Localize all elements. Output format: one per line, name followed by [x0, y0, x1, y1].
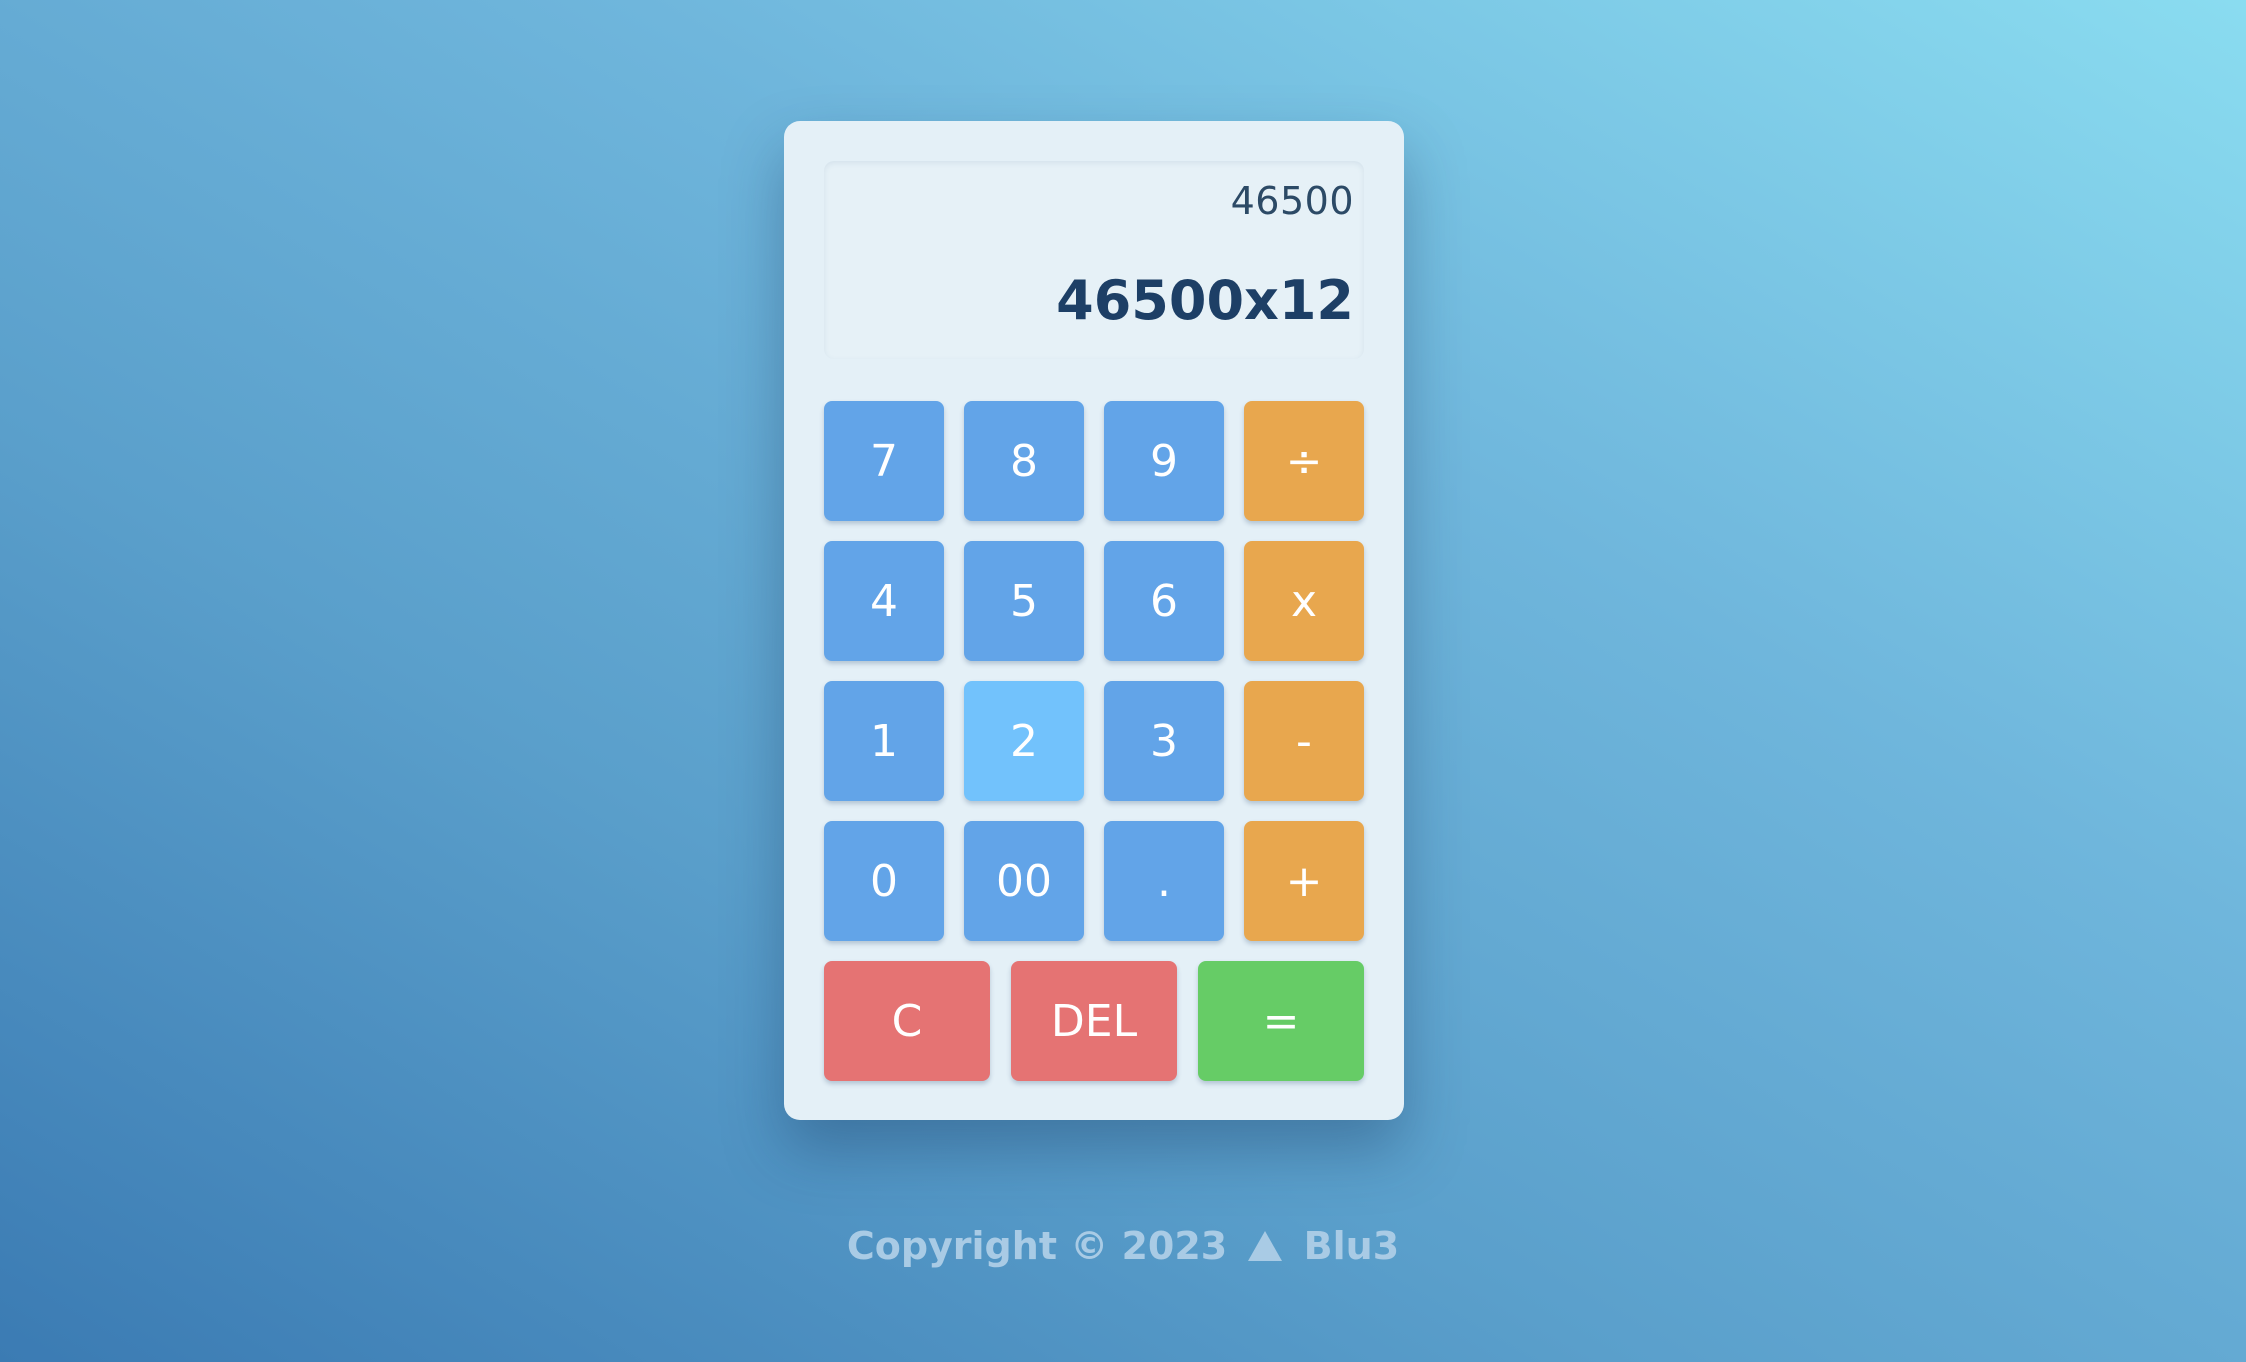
triangle-icon	[1248, 1231, 1283, 1261]
subtract-button[interactable]: -	[1244, 681, 1364, 801]
display-previous-value: 46500	[1230, 179, 1354, 223]
brand-name: Blu3	[1303, 1224, 1400, 1268]
copyright-text: Copyright © 2023	[846, 1224, 1228, 1268]
add-button[interactable]: +	[1244, 821, 1364, 941]
display: 46500 46500x12	[824, 161, 1364, 359]
key-4-button[interactable]: 4	[824, 541, 944, 661]
calculator: 46500 46500x12 7 8 9 ÷ 4 5 6 x 1 2 3 - 0…	[784, 121, 1404, 1120]
decimal-button[interactable]: .	[1104, 821, 1224, 941]
key-3-button[interactable]: 3	[1104, 681, 1224, 801]
key-00-button[interactable]: 00	[964, 821, 1084, 941]
equals-button[interactable]: =	[1198, 961, 1364, 1081]
key-5-button[interactable]: 5	[964, 541, 1084, 661]
clear-button[interactable]: C	[824, 961, 990, 1081]
key-0-button[interactable]: 0	[824, 821, 944, 941]
key-1-button[interactable]: 1	[824, 681, 944, 801]
multiply-button[interactable]: x	[1244, 541, 1364, 661]
divide-button[interactable]: ÷	[1244, 401, 1364, 521]
key-7-button[interactable]: 7	[824, 401, 944, 521]
display-current-expression: 46500x12	[1056, 269, 1354, 332]
key-9-button[interactable]: 9	[1104, 401, 1224, 521]
delete-button[interactable]: DEL	[1011, 961, 1177, 1081]
key-8-button[interactable]: 8	[964, 401, 1084, 521]
key-6-button[interactable]: 6	[1104, 541, 1224, 661]
footer: Copyright © 2023 Blu3	[0, 1224, 2246, 1268]
key-2-button[interactable]: 2	[964, 681, 1084, 801]
